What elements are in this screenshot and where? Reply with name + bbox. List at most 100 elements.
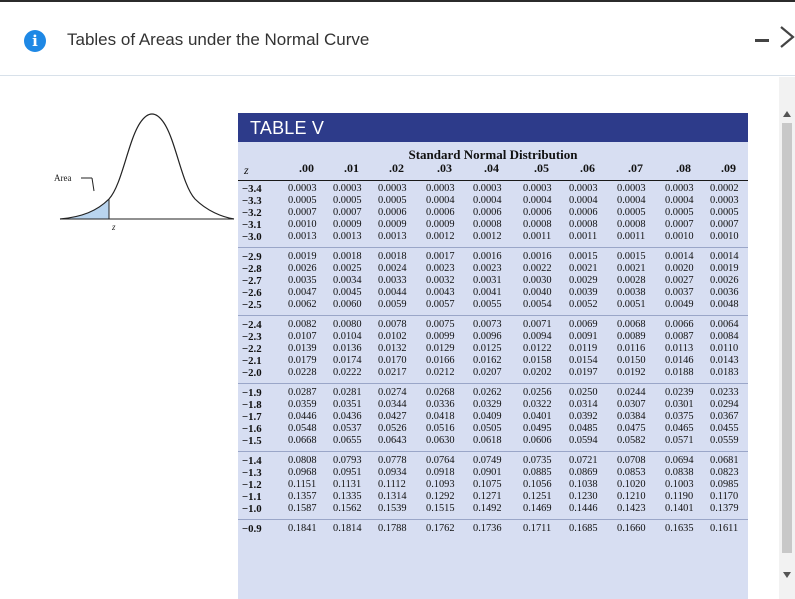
table-cell: 0.0003	[288, 183, 317, 194]
z-value: −2.8	[242, 263, 262, 275]
table-cell: 0.0256	[523, 387, 552, 398]
table-cell: 0.0045	[333, 287, 362, 298]
table-cell: 0.1562	[333, 503, 362, 514]
table-cell: 0.0096	[473, 331, 502, 342]
group-separator	[238, 519, 748, 520]
table-cell: 0.0025	[333, 263, 362, 274]
table-cell: 0.1660	[617, 523, 646, 534]
table-cell: 0.1230	[569, 491, 598, 502]
table-row: −3.2 0.0007 0.0007 0.0006 0.0006 0.0006 0.0006…	[238, 207, 748, 219]
table-cell: 0.0132	[378, 343, 407, 354]
z-value: −2.0	[242, 367, 262, 379]
z-value: −3.2	[242, 207, 262, 219]
table-cell: 0.0003	[333, 183, 362, 194]
table-cell: 0.0526	[378, 423, 407, 434]
table-row: −2.0 0.0228 0.0222 0.0217 0.0212 0.0207 0.0202…	[238, 367, 748, 379]
table-cell: 0.0129	[426, 343, 455, 354]
table-cell: 0.0537	[333, 423, 362, 434]
table-cell: 0.1788	[378, 523, 407, 534]
table-row: −3.1 0.0010 0.0009 0.0009 0.0009 0.0008 0.0008…	[238, 219, 748, 231]
table-cell: 0.0033	[378, 275, 407, 286]
table-cell: 0.0003	[523, 183, 552, 194]
column-header: .04	[484, 161, 499, 175]
table-cell: 0.0011	[617, 231, 646, 242]
table-cell: 0.0668	[288, 435, 317, 446]
table-cell: 0.0735	[523, 455, 552, 466]
table-cell: 0.0073	[473, 319, 502, 330]
table-cell: 0.0080	[333, 319, 362, 330]
table-cell: 0.0087	[665, 331, 694, 342]
table-cell: 0.1515	[426, 503, 455, 514]
table-cell: 0.1038	[569, 479, 598, 490]
table-cell: 0.0006	[523, 207, 552, 218]
table-cell: 0.0026	[288, 263, 317, 274]
scroll-down-icon[interactable]	[783, 572, 791, 578]
table-cell: 0.0287	[288, 387, 317, 398]
table-cell: 0.0013	[378, 231, 407, 242]
table-cell: 0.0032	[426, 275, 455, 286]
table-cell: 0.0008	[523, 219, 552, 230]
table-cell: 0.1093	[426, 479, 455, 490]
table-cell: 0.0041	[473, 287, 502, 298]
table-cell: 0.0038	[617, 287, 646, 298]
group-separator	[238, 451, 748, 452]
table-cell: 0.0212	[426, 367, 455, 378]
table-cell: 0.0003	[710, 195, 739, 206]
table-cell: 0.0023	[473, 263, 502, 274]
table-cell: 0.0681	[710, 455, 739, 466]
table-cell: 0.0075	[426, 319, 455, 330]
table-cell: 0.0808	[288, 455, 317, 466]
table-cell: 0.0010	[288, 219, 317, 230]
table-cell: 0.0009	[426, 219, 455, 230]
table-cell: 0.0475	[617, 423, 646, 434]
z-value: −1.1	[242, 491, 262, 503]
z-value: −3.4	[242, 183, 262, 195]
table-row: −2.8 0.0026 0.0025 0.0024 0.0023 0.0023 0.0022…	[238, 263, 748, 275]
table-cell: 0.0015	[569, 251, 598, 262]
table-cell: 0.0022	[523, 263, 552, 274]
table-cell: 0.0708	[617, 455, 646, 466]
table-cell: 0.0004	[617, 195, 646, 206]
table-cell: 0.0548	[288, 423, 317, 434]
table-cell: 0.0054	[523, 299, 552, 310]
table-cell: 0.0005	[288, 195, 317, 206]
table-row: −1.6 0.0548 0.0537 0.0526 0.0516 0.0505 0.0495…	[238, 423, 748, 435]
table-cell: 0.0006	[426, 207, 455, 218]
table-cell: 0.0250	[569, 387, 598, 398]
table-cell: 0.0055	[473, 299, 502, 310]
table-cell: 0.0012	[426, 231, 455, 242]
table-cell: 0.0008	[617, 219, 646, 230]
table-cell: 0.0005	[333, 195, 362, 206]
table-cell: 0.0004	[426, 195, 455, 206]
table-cell: 0.0721	[569, 455, 598, 466]
table-cell: 0.0162	[473, 355, 502, 366]
table-cell: 0.0228	[288, 367, 317, 378]
z-value: −2.3	[242, 331, 262, 343]
minimize-icon[interactable]	[755, 39, 769, 42]
z-value: −2.7	[242, 275, 262, 287]
table-cell: 0.0052	[569, 299, 598, 310]
column-header: .05	[534, 161, 549, 175]
table-cell: 0.1131	[333, 479, 362, 490]
table-cell: 0.0014	[665, 251, 694, 262]
scroll-thumb[interactable]	[782, 123, 792, 553]
table-cell: 0.0084	[710, 331, 739, 342]
table-row: −2.4 0.0082 0.0080 0.0078 0.0075 0.0073 0.0071…	[238, 319, 748, 331]
table-cell: 0.0446	[288, 411, 317, 422]
scroll-up-icon[interactable]	[783, 111, 791, 117]
table-cell: 0.0375	[665, 411, 694, 422]
table-cell: 0.0048	[710, 299, 739, 310]
close-icon[interactable]	[779, 24, 795, 50]
table-cell: 0.0007	[333, 207, 362, 218]
table-cell: 0.0016	[473, 251, 502, 262]
table-cell: 0.0003	[378, 183, 407, 194]
table-cell: 0.0606	[523, 435, 552, 446]
z-value: −1.4	[242, 455, 262, 467]
table-cell: 0.0427	[378, 411, 407, 422]
table-cell: 0.0005	[617, 207, 646, 218]
table-cell: 0.0294	[710, 399, 739, 410]
table-cell: 0.1056	[523, 479, 552, 490]
table-cell: 0.0150	[617, 355, 646, 366]
table-cell: 0.0005	[710, 207, 739, 218]
header-underline	[238, 180, 748, 181]
